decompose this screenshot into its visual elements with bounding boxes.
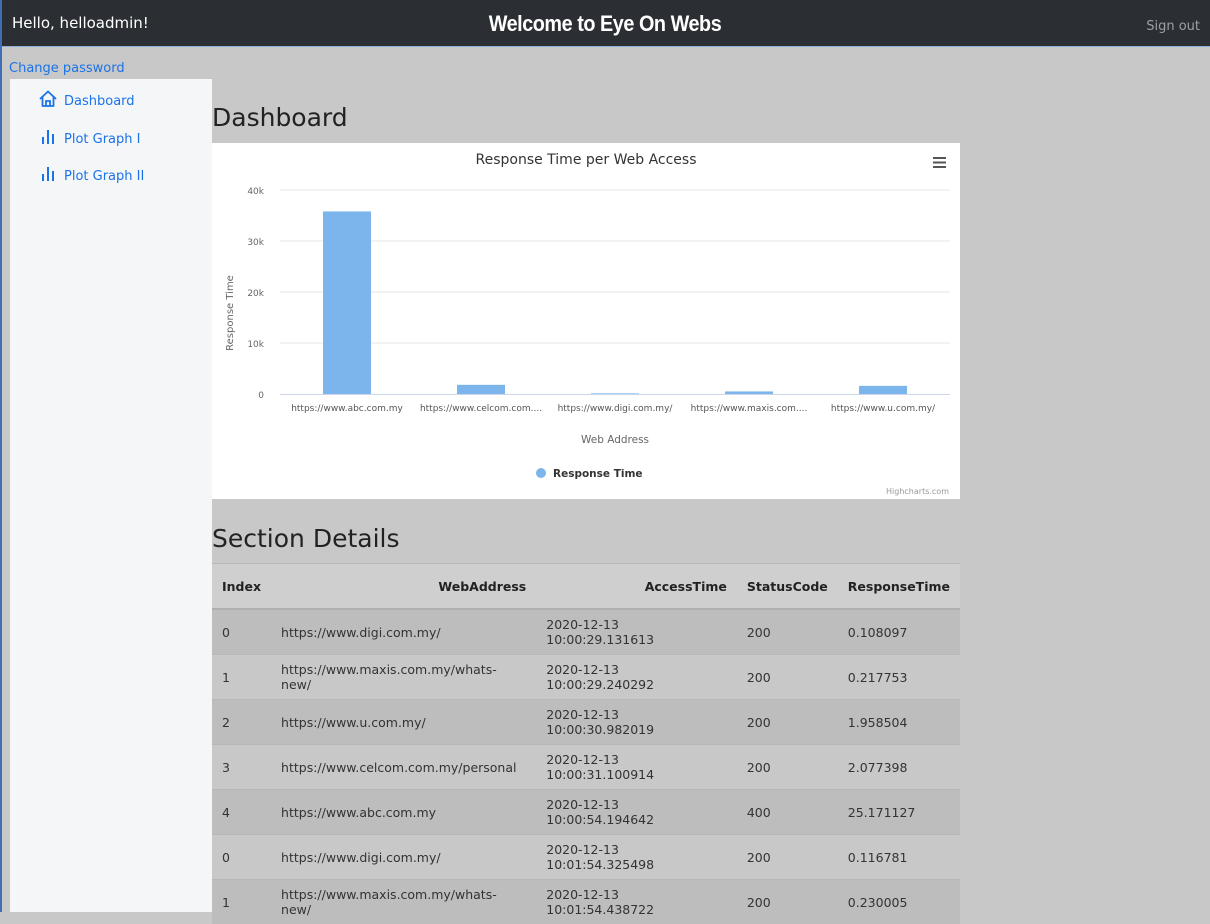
cell-responsetime: 1.958504 <box>838 700 960 745</box>
cell-accesstime: 2020-12-13 10:00:54.194642 <box>536 790 737 835</box>
col-header-statuscode[interactable]: StatusCode <box>737 564 838 610</box>
table-row: 2 https://www.u.com.my/ 2020-12-13 10:00… <box>212 700 960 745</box>
chart-title: Response Time per Web Access <box>475 152 696 168</box>
col-header-responsetime[interactable]: ResponseTime <box>838 564 960 610</box>
cell-index: 1 <box>212 655 271 700</box>
cell-index: 4 <box>212 790 271 835</box>
cell-accesstime: 2020-12-13 10:00:30.982019 <box>536 700 737 745</box>
response-time-chart: Response Time per Web Access Response Ti… <box>212 143 960 499</box>
y-tick-label: 40k <box>247 187 264 197</box>
chart-bar <box>859 386 907 394</box>
legend-label: Response Time <box>553 468 643 480</box>
chart-bar <box>323 211 371 394</box>
chart-bar <box>591 393 639 394</box>
top-navbar: Hello, helloadmin! Welcome to Eye On Web… <box>0 0 1210 47</box>
table-row: 1 https://www.maxis.com.my/whats-new/ 20… <box>212 880 960 924</box>
chart-credits[interactable]: Highcharts.com <box>886 487 949 496</box>
cell-index: 2 <box>212 700 271 745</box>
y-tick-label: 10k <box>247 340 264 350</box>
chart-bar <box>725 391 773 394</box>
cell-responsetime: 0.217753 <box>838 655 960 700</box>
cell-statuscode: 200 <box>737 880 838 924</box>
sidebar-item-plot-graph-1[interactable]: Plot Graph I <box>38 127 140 151</box>
cell-responsetime: 2.077398 <box>838 745 960 790</box>
chart-legend-item[interactable]: Response Time <box>536 468 643 480</box>
cell-index: 0 <box>212 609 271 655</box>
sign-out-link[interactable]: Sign out <box>1146 19 1200 34</box>
bar-chart-icon <box>38 127 64 151</box>
cell-responsetime: 0.230005 <box>838 880 960 924</box>
cell-webaddress: https://www.abc.com.my <box>271 790 536 835</box>
page-title: Dashboard <box>212 103 348 132</box>
x-tick-label: https://www.u.com.my/ <box>831 404 936 414</box>
cell-statuscode: 400 <box>737 790 838 835</box>
y-tick-label: 30k <box>247 238 264 248</box>
cell-statuscode: 200 <box>737 655 838 700</box>
sidebar-item-label: Dashboard <box>64 94 135 109</box>
chart-bar <box>457 385 505 394</box>
y-tick-label: 20k <box>247 289 264 299</box>
table-row: 4 https://www.abc.com.my 2020-12-13 10:0… <box>212 790 960 835</box>
y-tick-label: 0 <box>258 391 264 401</box>
chart-y-axis-label: Response Time <box>225 275 236 351</box>
cell-index: 1 <box>212 880 271 924</box>
chart-x-axis-label: Web Address <box>581 434 649 446</box>
x-tick-label: https://www.abc.com.my <box>291 404 403 414</box>
cell-webaddress: https://www.digi.com.my/ <box>271 609 536 655</box>
change-password-link[interactable]: Change password <box>9 61 125 76</box>
cell-index: 0 <box>212 835 271 880</box>
x-tick-label: https://www.digi.com.my/ <box>558 404 674 414</box>
cell-webaddress: https://www.u.com.my/ <box>271 700 536 745</box>
sidebar-item-dashboard[interactable]: Dashboard <box>38 89 135 113</box>
cell-statuscode: 200 <box>737 835 838 880</box>
table-header-row: Index WebAddress AccessTime StatusCode R… <box>212 564 960 610</box>
cell-accesstime: 2020-12-13 10:01:54.438722 <box>536 880 737 924</box>
x-tick-label: https://www.celcom.com.... <box>420 404 542 414</box>
hamburger-menu-icon[interactable] <box>933 157 946 168</box>
cell-webaddress: https://www.maxis.com.my/whats-new/ <box>271 655 536 700</box>
cell-webaddress: https://www.celcom.com.my/personal <box>271 745 536 790</box>
col-header-accesstime[interactable]: AccessTime <box>536 564 737 610</box>
cell-accesstime: 2020-12-13 10:00:31.100914 <box>536 745 737 790</box>
table-row: 3 https://www.celcom.com.my/personal 202… <box>212 745 960 790</box>
section-details-table: Index WebAddress AccessTime StatusCode R… <box>212 563 960 924</box>
app-title: Welcome to Eye On Webs <box>61 11 1150 37</box>
chart-svg: Response Time per Web Access Response Ti… <box>212 143 960 499</box>
sidebar-item-label: Plot Graph I <box>64 132 140 147</box>
cell-statuscode: 200 <box>737 609 838 655</box>
sidebar: Dashboard Plot Graph I Plot Graph II <box>10 79 212 912</box>
section-title: Section Details <box>212 524 400 553</box>
table-row: 0 https://www.digi.com.my/ 2020-12-13 10… <box>212 609 960 655</box>
cell-statuscode: 200 <box>737 745 838 790</box>
cell-accesstime: 2020-12-13 10:00:29.131613 <box>536 609 737 655</box>
table-row: 0 https://www.digi.com.my/ 2020-12-13 10… <box>212 835 960 880</box>
sidebar-item-label: Plot Graph II <box>64 169 144 184</box>
col-header-index[interactable]: Index <box>212 564 271 610</box>
legend-marker <box>536 468 546 478</box>
cell-statuscode: 200 <box>737 700 838 745</box>
cell-webaddress: https://www.digi.com.my/ <box>271 835 536 880</box>
cell-accesstime: 2020-12-13 10:01:54.325498 <box>536 835 737 880</box>
sidebar-item-plot-graph-2[interactable]: Plot Graph II <box>38 164 144 188</box>
cell-accesstime: 2020-12-13 10:00:29.240292 <box>536 655 737 700</box>
cell-index: 3 <box>212 745 271 790</box>
col-header-webaddress[interactable]: WebAddress <box>271 564 536 610</box>
x-tick-label: https://www.maxis.com.... <box>691 404 808 414</box>
cell-webaddress: https://www.maxis.com.my/whats-new/ <box>271 880 536 924</box>
cell-responsetime: 25.171127 <box>838 790 960 835</box>
cell-responsetime: 0.108097 <box>838 609 960 655</box>
table-row: 1 https://www.maxis.com.my/whats-new/ 20… <box>212 655 960 700</box>
cell-responsetime: 0.116781 <box>838 835 960 880</box>
home-icon <box>38 89 64 113</box>
bar-chart-icon <box>38 164 64 188</box>
window-frame-left <box>0 0 2 912</box>
